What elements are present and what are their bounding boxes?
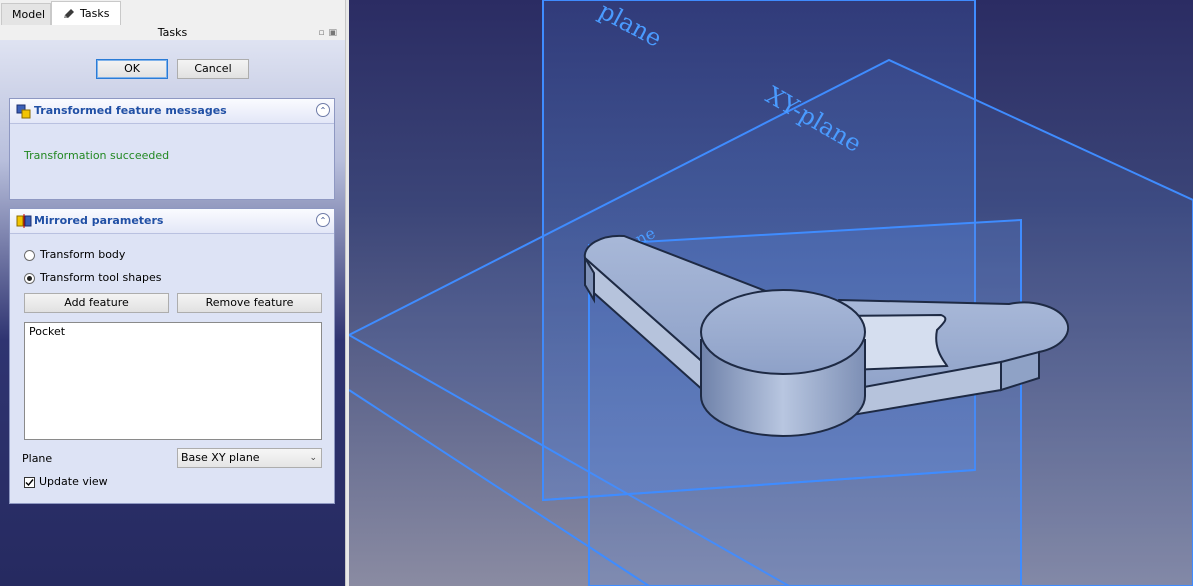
collapse-messages-icon[interactable]: ⌃ xyxy=(316,103,330,117)
plane-label: Plane xyxy=(22,452,53,465)
remove-feature-button[interactable]: Remove feature xyxy=(177,293,322,313)
panel-titlebar: Tasks ▫▣ xyxy=(0,26,345,40)
chevron-down-icon: ⌄ xyxy=(309,453,317,463)
radio-transform-body[interactable]: Transform body xyxy=(24,247,125,263)
messages-section: Transformed feature messages ⌃ Transform… xyxy=(9,98,335,200)
3d-viewport[interactable]: plane XY-plane YZ-plane xyxy=(349,0,1193,586)
update-view-label: Update view xyxy=(39,475,108,488)
radio-transform-tool-shapes[interactable]: Transform tool shapes xyxy=(24,270,161,286)
radio-button-selected[interactable] xyxy=(24,272,35,284)
messages-title: Transformed feature messages xyxy=(34,104,227,117)
checkbox[interactable] xyxy=(24,476,35,488)
cancel-button[interactable]: Cancel xyxy=(177,59,249,79)
collapse-params-icon[interactable]: ⌃ xyxy=(316,213,330,227)
pencil-icon xyxy=(64,9,74,18)
params-header[interactable]: Mirrored parameters ⌃ xyxy=(10,209,334,234)
plane-select[interactable]: Base XY plane ⌄ xyxy=(177,448,322,468)
mirrored-icon xyxy=(16,214,32,228)
radio-tool-label: Transform tool shapes xyxy=(40,271,162,284)
combo-view-tabbar: Model Tasks xyxy=(0,0,345,27)
feature-list[interactable]: Pocket xyxy=(24,322,322,440)
transformed-feature-icon xyxy=(16,104,31,119)
ok-button[interactable]: OK xyxy=(96,59,168,79)
3d-scene[interactable]: plane XY-plane YZ-plane xyxy=(349,0,1193,586)
mirrored-parameters-section: Mirrored parameters ⌃ Transform body Tra… xyxy=(9,208,335,504)
radio-button[interactable] xyxy=(24,249,35,261)
add-feature-button[interactable]: Add feature xyxy=(24,293,169,313)
list-item[interactable]: Pocket xyxy=(29,325,317,338)
task-panel: Model Tasks Tasks ▫▣ OK Cancel Transform… xyxy=(0,0,345,586)
messages-header[interactable]: Transformed feature messages ⌃ xyxy=(10,99,334,124)
panel-title: Tasks xyxy=(157,26,188,39)
dock-controls[interactable]: ▫▣ xyxy=(318,26,341,40)
params-title: Mirrored parameters xyxy=(34,214,164,227)
tab-tasks-label: Tasks xyxy=(80,7,110,20)
tab-tasks[interactable]: Tasks xyxy=(51,1,121,25)
tab-model[interactable]: Model xyxy=(1,3,51,25)
status-message: Transformation succeeded xyxy=(24,149,170,162)
tab-model-label: Model xyxy=(12,8,46,21)
radio-body-label: Transform body xyxy=(40,248,126,261)
checkmark-icon xyxy=(25,478,34,486)
update-view-checkbox[interactable]: Update view xyxy=(24,475,108,489)
plane-select-value: Base XY plane xyxy=(181,451,260,464)
